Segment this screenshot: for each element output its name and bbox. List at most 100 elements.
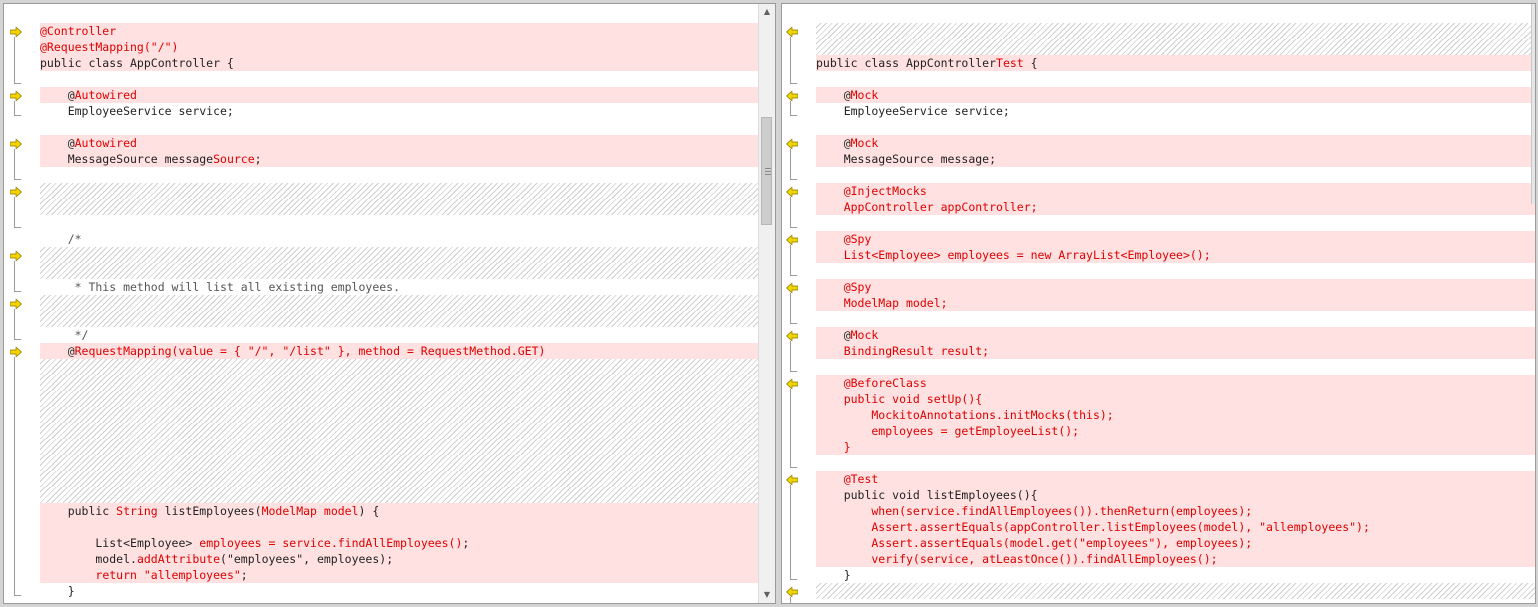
code-line: BindingResult result; <box>816 343 1535 359</box>
code-token: @ <box>816 88 851 102</box>
code-token: ("employees", employees); <box>220 552 394 566</box>
arrow-left-icon[interactable] <box>785 282 799 294</box>
code-token: <Employee> <box>123 536 193 550</box>
code-token: Source <box>213 152 255 166</box>
arrow-left-icon[interactable] <box>785 474 799 486</box>
code-line: @Autowired <box>40 135 758 151</box>
code-token: AppController appController; <box>816 200 1038 214</box>
arrow-left-icon[interactable] <box>785 330 799 342</box>
arrow-right-icon[interactable] <box>9 346 23 358</box>
arrow-right-icon[interactable] <box>9 250 23 262</box>
code-token: } <box>40 584 75 598</box>
code-line: @Mock <box>816 327 1535 343</box>
code-line: MessageSource message; <box>816 151 1535 167</box>
arrow-right-icon[interactable] <box>9 298 23 310</box>
code-line: EmployeeService service; <box>816 103 1535 119</box>
code-line: AppController appController; <box>816 199 1535 215</box>
code-token: public class AppController { <box>40 56 234 70</box>
code-line: ModelMap model; <box>816 295 1535 311</box>
scroll-up-icon[interactable]: ▲ <box>759 4 775 20</box>
code-line: MockitoAnnotations.initMocks(this); <box>816 407 1535 423</box>
arrow-left-icon[interactable] <box>785 586 799 598</box>
code-token: employees = getEmployeeList(); <box>816 424 1080 438</box>
code-token: @InjectMocks <box>816 184 927 198</box>
scrollbar-thumb[interactable] <box>761 117 772 225</box>
code-token: @Test <box>816 472 879 486</box>
block-bracket-icon <box>14 101 21 116</box>
code-token: ; <box>240 568 248 582</box>
code-token: @ <box>816 136 851 150</box>
code-line: @Controller <box>40 23 758 39</box>
left-gutter <box>4 4 40 603</box>
code-line: public class AppControllerTest { <box>816 55 1535 71</box>
block-bracket-icon <box>790 149 797 180</box>
block-bracket-icon <box>14 149 21 180</box>
block-bracket-icon <box>14 197 21 228</box>
code-token: ModelMap model; <box>816 296 948 310</box>
code-token: when(service.findAllEmployees()).thenRet… <box>816 504 1253 518</box>
code-line <box>816 39 1535 55</box>
arrow-left-icon[interactable] <box>785 186 799 198</box>
block-bracket-icon <box>14 37 21 84</box>
code-line: List<Employee> employees = new ArrayList… <box>816 247 1535 263</box>
arrow-left-icon[interactable] <box>785 234 799 246</box>
code-token: addAttribute <box>136 552 221 566</box>
code-line: Assert.assertEquals(appController.listEm… <box>816 519 1535 535</box>
code-token: @ <box>40 88 75 102</box>
code-line <box>40 247 758 263</box>
code-token: @Controller <box>40 24 117 38</box>
arrow-left-icon[interactable] <box>785 138 799 150</box>
arrow-right-icon[interactable] <box>9 138 23 150</box>
block-bracket-icon <box>790 341 797 372</box>
code-line <box>40 519 758 535</box>
code-token: public class AppController <box>816 56 997 70</box>
code-line: @Spy <box>816 279 1535 295</box>
code-token: @ <box>40 344 75 358</box>
code-line: public String listEmployees(ModelMap mod… <box>40 503 758 519</box>
arrow-left-icon[interactable] <box>785 90 799 102</box>
left-diff-pane[interactable]: @Controller @RequestMapping("/") public cl… <box>3 3 776 604</box>
arrow-right-icon[interactable] <box>9 26 23 38</box>
code-line: * This method will list all existing emp… <box>40 279 758 295</box>
code-line: @Autowired <box>40 87 758 103</box>
code-token: Assert.assertEquals(appController.listEm… <box>816 520 1370 534</box>
right-code-area[interactable]: public class AppControllerTest { @Mock E… <box>816 4 1535 603</box>
left-vertical-scrollbar[interactable]: ▲ ▼ <box>758 4 775 603</box>
right-diff-pane[interactable]: public class AppControllerTest { @Mock E… <box>781 3 1536 604</box>
code-token: listEmployees( <box>157 504 262 518</box>
arrow-right-icon[interactable] <box>9 90 23 102</box>
code-token: Autowired <box>74 88 137 102</box>
code-line <box>40 263 758 279</box>
arrow-right-icon[interactable] <box>9 186 23 198</box>
block-bracket-icon <box>790 101 797 116</box>
arrow-left-icon[interactable] <box>785 378 799 390</box>
arrow-left-icon[interactable] <box>785 26 799 38</box>
code-line: @BeforeClass <box>816 375 1535 391</box>
code-line <box>816 583 1535 599</box>
code-token: EmployeeService service; <box>816 104 1010 118</box>
code-token: ; <box>462 536 470 550</box>
code-token: /* <box>40 232 82 246</box>
code-token: */ <box>40 328 89 342</box>
block-bracket-icon <box>14 309 21 340</box>
code-line: @Mock <box>816 135 1535 151</box>
code-line: model.addAttribute("employees", employee… <box>40 551 758 567</box>
code-token: MockitoAnnotations.initMocks(this); <box>816 408 1114 422</box>
code-token: } <box>816 568 851 582</box>
code-token: ; <box>254 152 262 166</box>
code-line: employees = getEmployeeList(); <box>816 423 1535 439</box>
scroll-down-icon[interactable]: ▼ <box>759 587 775 603</box>
left-code-area[interactable]: @Controller @RequestMapping("/") public cl… <box>40 4 758 603</box>
right-vertical-scrollbar[interactable] <box>1531 4 1535 204</box>
code-line <box>816 23 1535 39</box>
code-token: @RequestMapping("/") <box>40 40 179 54</box>
code-token: List<Employee> employees = new ArrayList… <box>816 248 1211 262</box>
